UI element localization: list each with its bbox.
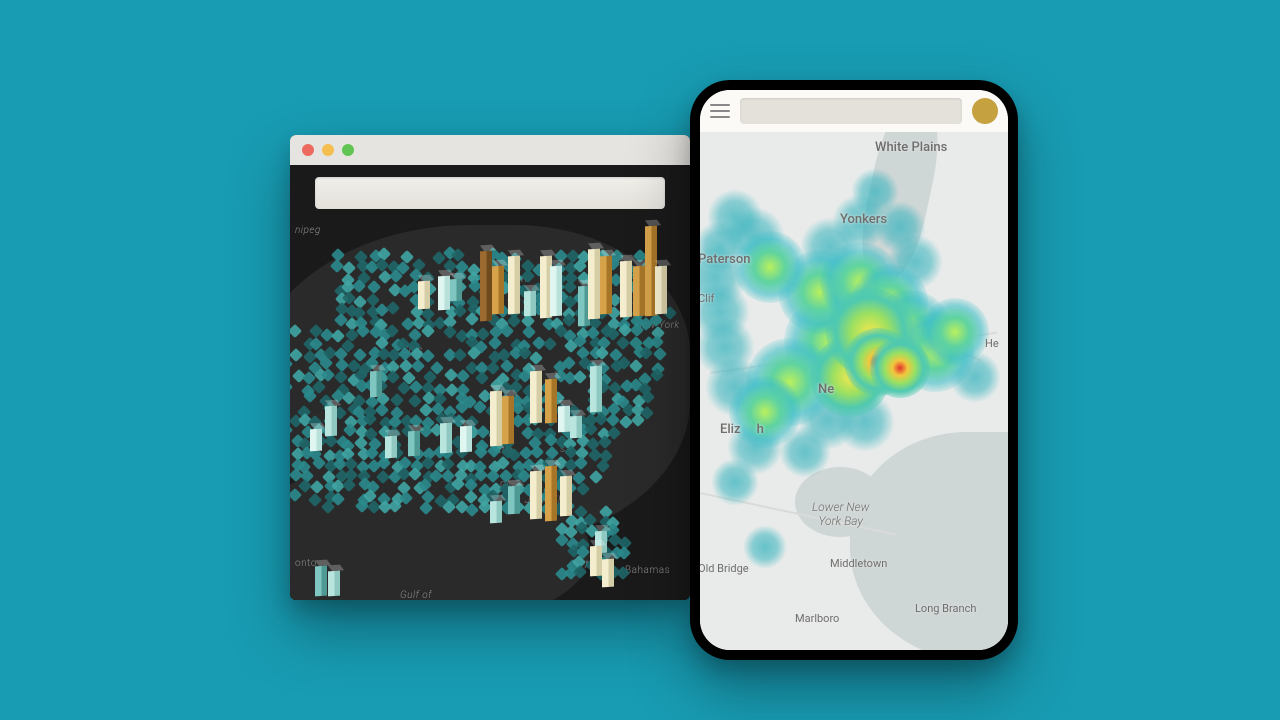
city-label: Marlboro	[795, 612, 839, 625]
data-column	[558, 400, 570, 433]
data-column	[460, 420, 472, 453]
heat-blob	[844, 328, 912, 396]
heat-blob	[729, 376, 801, 448]
data-column	[588, 243, 600, 320]
maximize-icon[interactable]	[342, 144, 354, 156]
heat-blob	[921, 298, 989, 366]
phone-map-canvas[interactable]: White Plains Yonkers Paterson Clif Ne He…	[700, 132, 1008, 650]
hex-bin	[616, 566, 630, 580]
data-column	[310, 423, 322, 452]
data-column	[450, 273, 462, 302]
heat-blob	[700, 221, 746, 273]
heat-blob	[800, 217, 860, 277]
heat-blob	[727, 419, 783, 475]
data-column	[325, 400, 337, 437]
data-column	[570, 410, 582, 439]
desktop-map-canvas[interactable]: MICH. WIS. W. GA. S.C. Ottawa New York C…	[290, 165, 690, 600]
phone-appbar	[700, 90, 1008, 132]
data-column	[490, 385, 502, 447]
data-column	[440, 417, 452, 454]
avatar[interactable]	[972, 98, 998, 124]
heat-blob	[784, 296, 876, 388]
data-column	[508, 480, 520, 515]
data-column	[328, 565, 340, 597]
data-column	[530, 465, 542, 520]
window-titlebar	[290, 135, 690, 165]
city-label: Old Bridge	[700, 562, 749, 575]
city-label: Clif	[700, 292, 714, 305]
data-column	[492, 260, 504, 315]
data-column	[590, 540, 602, 577]
minimize-icon[interactable]	[322, 144, 334, 156]
heat-blob	[778, 250, 862, 334]
water-body	[852, 132, 948, 286]
hamburger-icon[interactable]	[710, 104, 730, 118]
data-column	[385, 430, 397, 459]
data-column	[620, 255, 632, 318]
data-column	[550, 260, 562, 317]
desktop-map-window: MICH. WIS. W. GA. S.C. Ottawa New York C…	[290, 135, 690, 600]
data-column	[418, 275, 430, 310]
data-column	[508, 250, 520, 315]
city-label: Eliz h	[720, 422, 764, 437]
heat-blob	[700, 245, 747, 309]
data-column	[480, 245, 492, 322]
heat-blob	[746, 338, 834, 426]
data-column	[590, 360, 602, 413]
heat-blob	[743, 525, 787, 569]
search-input[interactable]	[315, 177, 665, 209]
city-label: nipeg	[295, 225, 321, 236]
data-column	[438, 270, 450, 311]
data-column	[370, 365, 382, 398]
data-column	[545, 460, 557, 522]
close-icon[interactable]	[302, 144, 314, 156]
data-column	[633, 260, 645, 317]
heat-blob	[798, 390, 858, 450]
heat-blob	[700, 282, 750, 342]
phone-screen: White Plains Yonkers Paterson Clif Ne He…	[700, 90, 1008, 650]
data-column	[530, 365, 542, 424]
heat-blob	[734, 231, 806, 303]
road	[710, 332, 997, 374]
water-body	[795, 467, 885, 537]
data-column	[602, 553, 614, 588]
heat-blob	[707, 189, 763, 245]
road	[740, 262, 982, 361]
heat-blob	[725, 207, 785, 267]
city-label: Ne	[818, 382, 834, 397]
data-column	[600, 250, 612, 315]
data-column	[655, 260, 667, 315]
search-input[interactable]	[740, 98, 962, 124]
city-label: He	[985, 337, 999, 350]
phone-device-frame: White Plains Yonkers Paterson Clif Ne He…	[690, 80, 1018, 660]
heat-blob	[835, 392, 895, 452]
data-column	[545, 373, 557, 424]
data-column	[560, 470, 572, 517]
water-body	[850, 432, 1008, 650]
data-column	[408, 425, 420, 457]
data-column	[502, 390, 514, 445]
data-column	[524, 285, 536, 317]
data-column	[315, 560, 327, 597]
region-label: Bahamas	[625, 565, 670, 576]
data-column	[490, 495, 502, 524]
